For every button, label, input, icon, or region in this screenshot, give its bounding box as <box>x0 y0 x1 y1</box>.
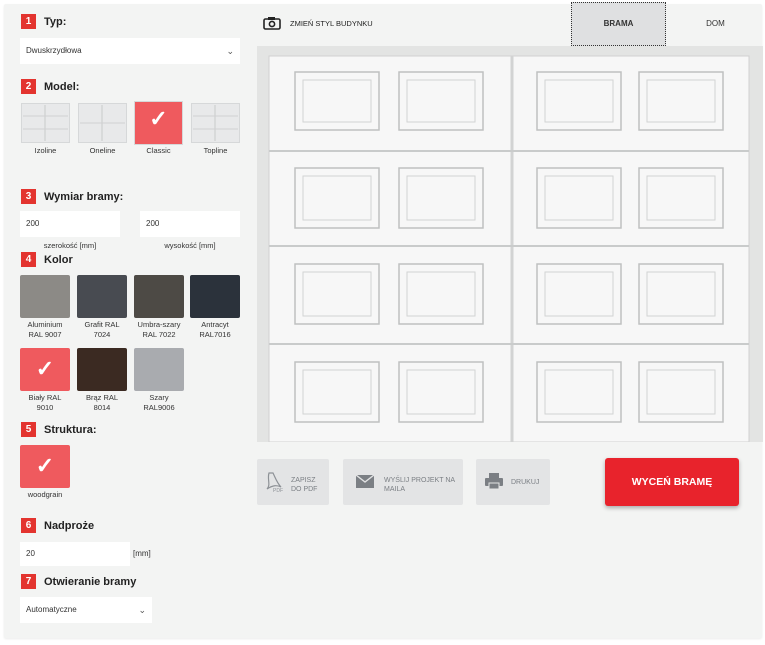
door-preview-icon <box>193 105 238 141</box>
model-oneline-thumb[interactable] <box>78 103 127 143</box>
model-label: Classic <box>146 146 171 155</box>
step-7-badge: 7 <box>21 574 36 589</box>
chevron-down-icon: ⌄ <box>226 46 234 56</box>
color-swatch-aluminium[interactable] <box>20 275 70 318</box>
printer-icon <box>485 473 503 490</box>
step-2-title: Model: <box>44 81 80 93</box>
width-label: szerokość [mm] <box>43 241 97 250</box>
color-swatch-antracyt[interactable] <box>190 275 240 318</box>
step-3-title: Wymiar bramy: <box>44 191 124 203</box>
color-swatch-braz[interactable] <box>77 348 127 391</box>
height-label: wysokość [mm] <box>164 241 216 250</box>
color-swatch-bialy[interactable]: ✓ <box>20 348 70 391</box>
step-2-badge: 2 <box>21 79 36 94</box>
type-select-value: Dwuskrzydłowa <box>26 46 82 55</box>
color-label: Brąz RAL 8014 <box>85 393 119 412</box>
step-7-title: Otwieranie bramy <box>44 576 137 588</box>
model-label: Izoline <box>34 146 57 155</box>
checkmark-icon: ✓ <box>149 106 168 131</box>
door-preview <box>257 46 763 443</box>
color-label: Grafit RAL 7024 <box>84 320 120 339</box>
type-select[interactable]: Dwuskrzydłowa ⌄ <box>20 38 240 64</box>
step-1-badge: 1 <box>21 14 36 29</box>
send-mail-button[interactable]: WYŚLIJ PROJEKT NA MAILA <box>343 459 463 505</box>
change-style-button[interactable]: ZMIEŃ STYL BUDYNKU <box>263 14 383 32</box>
checkmark-icon: ✓ <box>35 453 55 478</box>
step-6-badge: 6 <box>21 518 36 533</box>
opening-select[interactable]: Automatyczne ⌄ <box>20 597 152 623</box>
lintel-unit: [mm] <box>133 549 151 558</box>
step-4-title: Kolor <box>44 254 73 266</box>
door-preview-icon <box>23 105 68 141</box>
send-mail-label: WYŚLIJ PROJEKT NA MAILA <box>384 477 456 493</box>
opening-select-value: Automatyczne <box>26 605 77 614</box>
model-label: Oneline <box>89 146 116 155</box>
mail-icon <box>355 474 375 488</box>
color-swatch-szary[interactable] <box>134 348 184 391</box>
save-pdf-label: ZAPISZ DO PDF <box>291 477 318 493</box>
color-label: Szary RAL9006 <box>143 393 175 412</box>
chevron-down-icon: ⌄ <box>138 605 146 615</box>
model-izoline-thumb[interactable] <box>21 103 70 143</box>
model-classic-thumb[interactable]: ✓ <box>134 101 183 145</box>
step-5-badge: 5 <box>21 422 36 437</box>
tab-brama[interactable]: BRAMA <box>571 2 666 46</box>
door-preview-icon <box>80 105 125 141</box>
step-3-badge: 3 <box>21 189 36 204</box>
height-input[interactable]: 200 <box>140 211 240 237</box>
print-label: DRUKUJ <box>511 479 540 486</box>
color-swatch-umbra[interactable] <box>134 275 184 318</box>
color-label: Antracyt RAL7016 <box>199 320 231 339</box>
color-label: Biały RAL 9010 <box>28 393 62 412</box>
color-label: Umbra-szary RAL 7022 <box>137 320 181 339</box>
width-input[interactable]: 200 <box>20 211 120 237</box>
step-5-title: Struktura: <box>44 424 97 436</box>
change-style-label: ZMIEŃ STYL BUDYNKU <box>290 19 373 28</box>
step-1-title: Typ: <box>44 16 67 28</box>
save-pdf-button[interactable]: PDF ZAPISZ DO PDF <box>257 459 329 505</box>
structure-woodgrain-swatch[interactable]: ✓ <box>20 445 70 488</box>
checkmark-icon: ✓ <box>35 356 55 381</box>
tab-dom[interactable]: DOM <box>668 2 763 46</box>
door-illustration <box>257 46 763 443</box>
step-6-title: Nadproże <box>44 520 95 532</box>
print-button[interactable]: DRUKUJ <box>476 459 550 505</box>
step-4-badge: 4 <box>21 252 36 267</box>
svg-text:PDF: PDF <box>273 488 283 493</box>
pdf-icon: PDF <box>266 472 283 493</box>
quote-button[interactable]: WYCEŃ BRAMĘ <box>605 458 739 506</box>
lintel-input[interactable]: 20 <box>20 542 130 566</box>
camera-icon <box>263 17 281 30</box>
color-label: Aluminium RAL 9007 <box>27 320 63 339</box>
structure-label: woodgrain <box>27 490 63 499</box>
model-topline-thumb[interactable] <box>191 103 240 143</box>
color-swatch-grafit[interactable] <box>77 275 127 318</box>
model-label: Topline <box>203 146 228 155</box>
